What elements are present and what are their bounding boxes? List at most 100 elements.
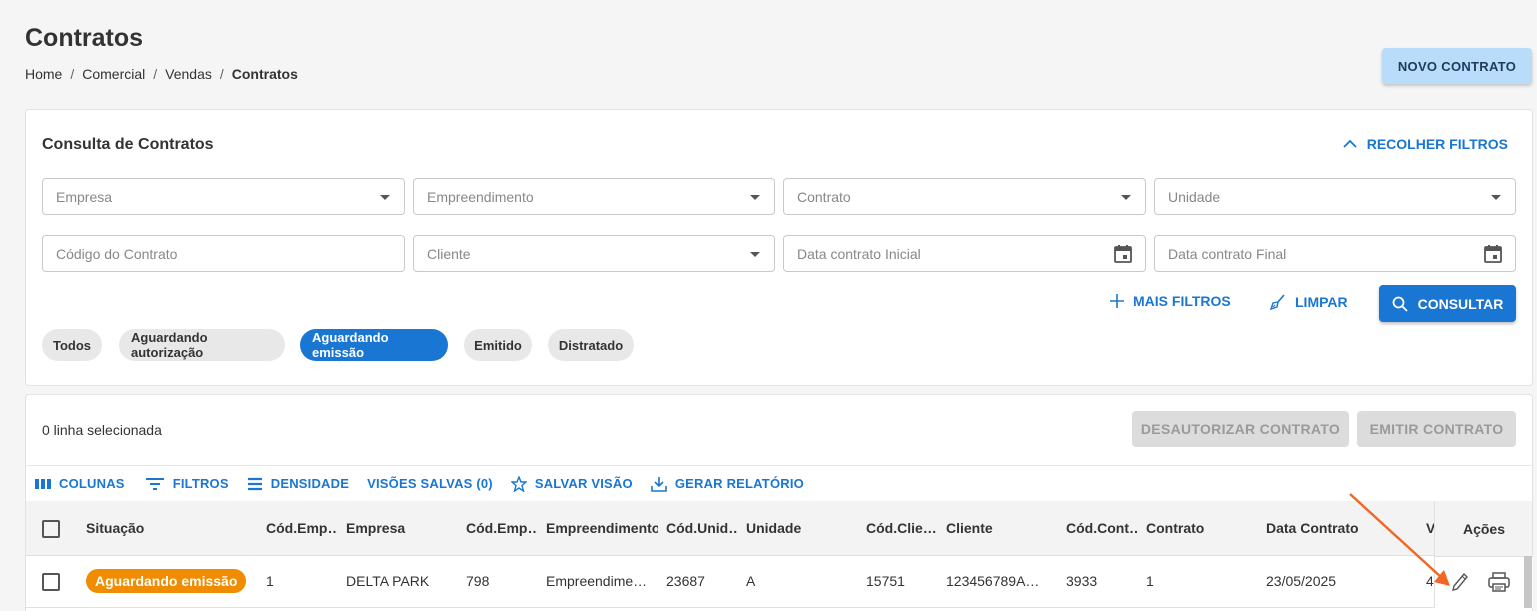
search-icon	[1392, 296, 1408, 312]
density-icon	[247, 477, 262, 490]
header-cod-empreendimento[interactable]: Cód.Emp…	[466, 520, 538, 536]
select-all-checkbox[interactable]	[42, 520, 60, 538]
print-icon[interactable]	[1488, 572, 1510, 592]
header-cliente[interactable]: Cliente	[946, 520, 1056, 536]
save-view-label: SALVAR VISÃO	[534, 476, 633, 491]
cliente-placeholder: Cliente	[427, 245, 471, 262]
page-title: Contratos	[25, 24, 144, 52]
saved-views-label: VISÕES SALVAS (0)	[367, 476, 493, 491]
header-cod-empresa[interactable]: Cód.Emp…	[266, 520, 338, 536]
breadcrumb-vendas[interactable]: Vendas	[165, 66, 212, 82]
table-header: Situação Cód.Emp… Empresa Cód.Emp… Empre…	[26, 501, 1532, 556]
chip-aguardando-emissao[interactable]: Aguardando emissão	[300, 329, 448, 361]
more-filters-button[interactable]: MAIS FILTROS	[1109, 293, 1231, 309]
header-cod-contrato[interactable]: Cód.Cont…	[1066, 520, 1138, 536]
header-unidade[interactable]: Unidade	[746, 520, 856, 536]
columns-icon	[35, 478, 51, 489]
breadcrumb: Home / Comercial / Vendas / Contratos	[25, 66, 298, 82]
cell-contrato: 1	[1146, 573, 1154, 589]
cell-empreendimento: Empreendime…	[546, 573, 648, 589]
more-filters-label: MAIS FILTROS	[1133, 293, 1231, 309]
vertical-scrollbar[interactable]	[1524, 556, 1532, 608]
empresa-placeholder: Empresa	[56, 188, 113, 205]
cliente-select[interactable]: Cliente	[413, 235, 775, 272]
header-empreendimento[interactable]: Empreendimento	[546, 520, 658, 536]
annotation-arrow-icon	[1349, 493, 1450, 586]
caret-down-icon	[1121, 195, 1131, 200]
search-label: CONSULTAR	[1417, 295, 1504, 312]
codigo-contrato-input[interactable]: Código do Contrato	[42, 235, 405, 272]
contrato-placeholder: Contrato	[797, 188, 851, 205]
row-checkbox[interactable]	[42, 573, 60, 591]
filters-label: FILTROS	[172, 476, 229, 491]
clear-button[interactable]: LIMPAR	[1269, 293, 1348, 311]
unidade-select[interactable]: Unidade	[1154, 178, 1516, 215]
data-final-placeholder: Data contrato Final	[1168, 245, 1287, 262]
cell-cliente: 123456789A…	[946, 573, 1040, 589]
data-inicial-input[interactable]: Data contrato Inicial	[783, 235, 1146, 272]
calendar-icon[interactable]	[1483, 244, 1503, 264]
star-icon	[510, 475, 527, 492]
chip-distratado[interactable]: Distratado	[548, 329, 634, 361]
breadcrumb-separator: /	[219, 66, 224, 82]
contrato-select[interactable]: Contrato	[783, 178, 1146, 215]
cell-unidade: A	[746, 573, 756, 589]
grid-toolbar: COLUNAS FILTROS DENSIDADE VISÕES SALVAS …	[26, 465, 1532, 501]
caret-down-icon	[750, 252, 760, 257]
plus-icon	[1110, 294, 1124, 308]
calendar-icon[interactable]	[1113, 244, 1133, 264]
download-icon	[651, 476, 667, 492]
empreendimento-placeholder: Empreendimento	[427, 188, 534, 205]
columns-button[interactable]: COLUNAS	[35, 476, 125, 491]
filters-card: Consulta de Contratos RECOLHER FILTROS E…	[25, 109, 1533, 386]
emit-contract-button[interactable]: EMITIR CONTRATO	[1357, 411, 1516, 447]
header-cod-cliente[interactable]: Cód.Clie…	[866, 520, 938, 536]
broom-icon	[1269, 294, 1285, 311]
collapse-filters-button[interactable]: RECOLHER FILTROS	[1343, 136, 1508, 152]
breadcrumb-comercial[interactable]: Comercial	[82, 66, 145, 82]
header-empresa[interactable]: Empresa	[346, 520, 456, 536]
generate-report-button[interactable]: GERAR RELATÓRIO	[651, 476, 804, 492]
cell-cod-cliente: 15751	[866, 573, 905, 589]
header-cod-unidade[interactable]: Cód.Unid…	[666, 520, 738, 536]
selection-count: 0 linha selecionada	[42, 422, 162, 438]
empreendimento-select[interactable]: Empreendimento	[413, 178, 775, 215]
save-view-button[interactable]: SALVAR VISÃO	[510, 475, 633, 492]
empresa-select[interactable]: Empresa	[42, 178, 405, 215]
cell-cod-empresa: 1	[266, 573, 274, 589]
columns-label: COLUNAS	[59, 476, 125, 491]
filters-title: Consulta de Contratos	[42, 136, 214, 153]
breadcrumb-home[interactable]: Home	[25, 66, 62, 82]
chevron-up-icon	[1343, 139, 1357, 148]
chip-emitido[interactable]: Emitido	[464, 329, 532, 361]
grid-card: 0 linha selecionada DESAUTORIZAR CONTRAT…	[25, 394, 1533, 611]
saved-views-button[interactable]: VISÕES SALVAS (0)	[367, 476, 493, 491]
cell-cod-unidade: 23687	[666, 573, 705, 589]
chip-aguardando-autorizacao[interactable]: Aguardando autorização	[119, 329, 285, 361]
search-button[interactable]: CONSULTAR	[1379, 285, 1516, 322]
caret-down-icon	[380, 195, 390, 200]
header-contrato[interactable]: Contrato	[1146, 520, 1256, 536]
cell-cod-empreendimento: 798	[466, 573, 490, 589]
caret-down-icon	[750, 195, 760, 200]
clear-label: LIMPAR	[1295, 294, 1348, 310]
data-inicial-placeholder: Data contrato Inicial	[797, 245, 921, 262]
breadcrumb-separator: /	[153, 66, 158, 82]
unauthorize-contract-button[interactable]: DESAUTORIZAR CONTRATO	[1132, 411, 1349, 447]
density-button[interactable]: DENSIDADE	[247, 476, 349, 491]
cell-cod-contrato: 3933	[1066, 573, 1098, 589]
header-situacao[interactable]: Situação	[86, 520, 246, 536]
new-contract-button[interactable]: NOVO CONTRATO	[1382, 48, 1532, 84]
cell-empresa: DELTA PARK	[346, 573, 430, 589]
status-badge: Aguardando emissão	[86, 569, 247, 593]
density-label: DENSIDADE	[270, 476, 350, 491]
caret-down-icon	[1491, 195, 1501, 200]
filters-button[interactable]: FILTROS	[145, 476, 229, 491]
filter-lines-icon	[145, 477, 164, 490]
codigo-contrato-placeholder: Código do Contrato	[56, 245, 178, 262]
data-final-input[interactable]: Data contrato Final	[1154, 235, 1516, 272]
table-row[interactable]: Aguardando emissão 1 DELTA PARK 798 Empr…	[26, 556, 1532, 608]
chip-todos[interactable]: Todos	[42, 329, 102, 361]
collapse-filters-label: RECOLHER FILTROS	[1366, 136, 1508, 152]
generate-report-label: GERAR RELATÓRIO	[674, 476, 804, 491]
